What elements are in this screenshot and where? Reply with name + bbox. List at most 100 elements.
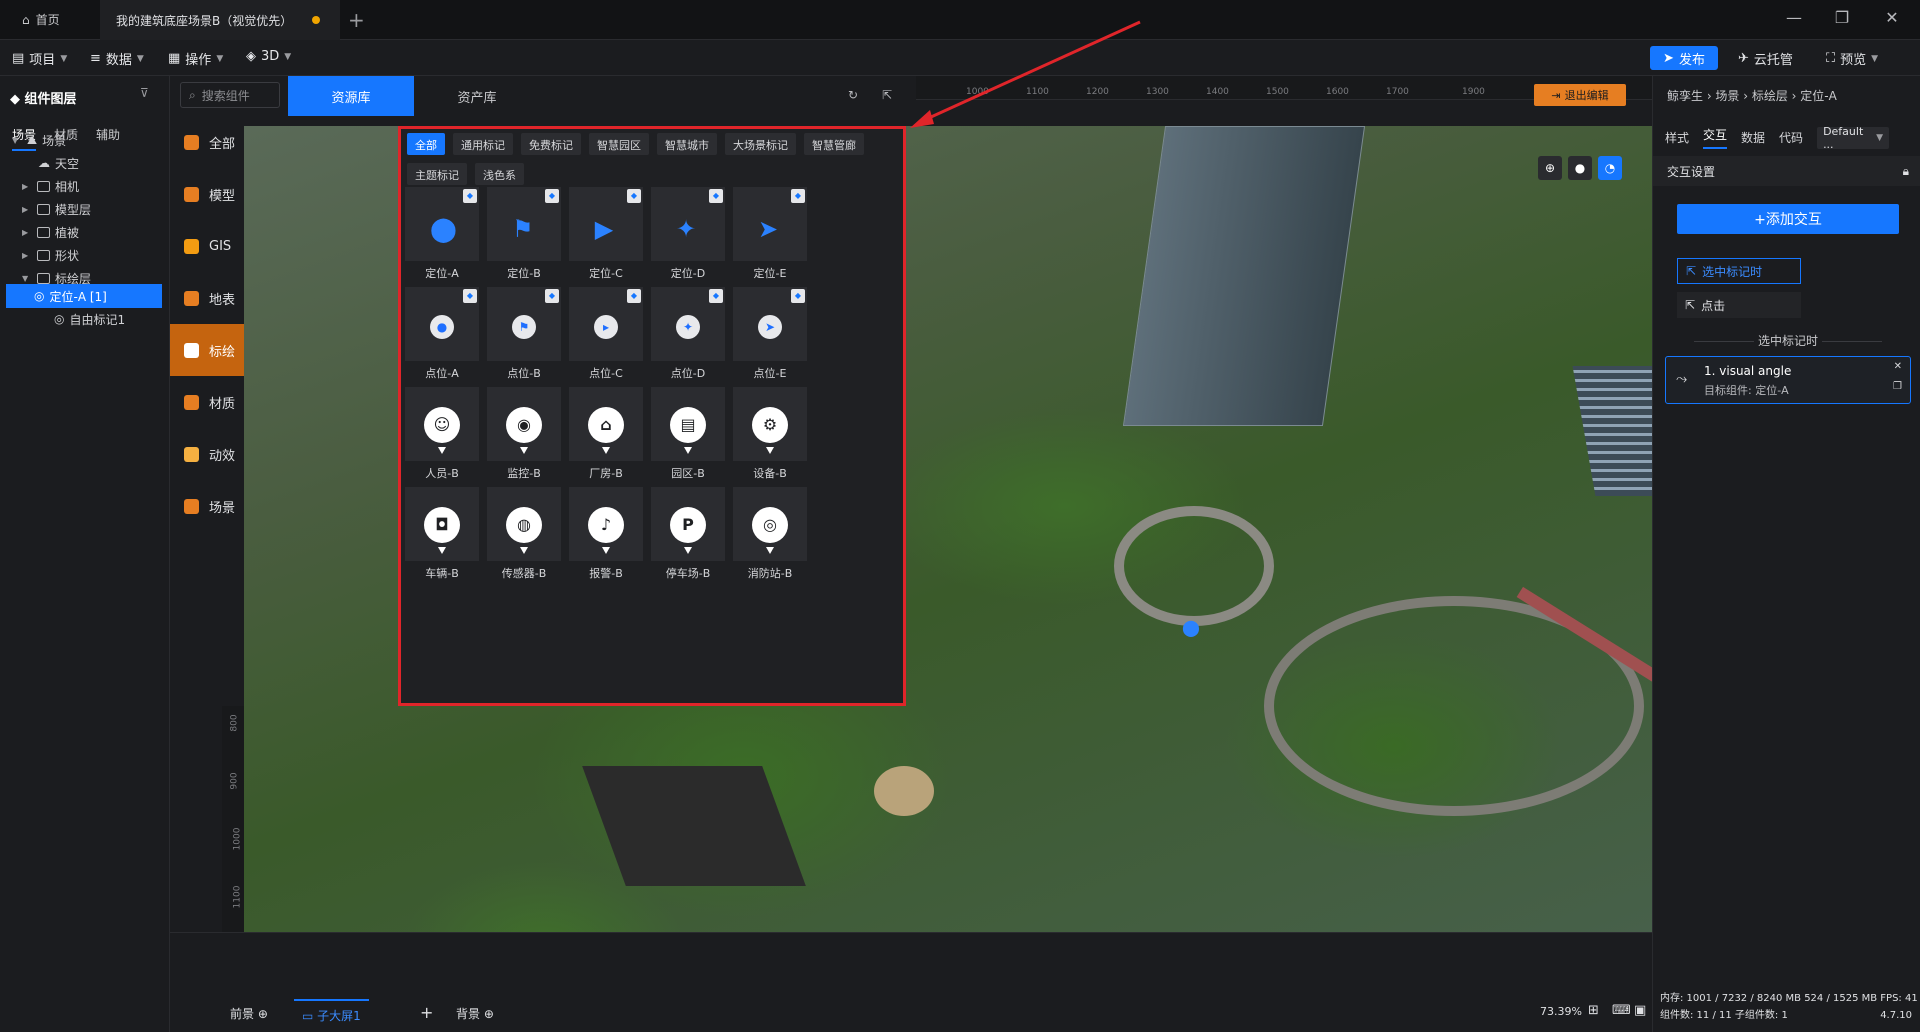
tree-item-free-marker[interactable]: ◎ 自由标记1 bbox=[54, 307, 125, 331]
flag-icon: ⚑ bbox=[512, 215, 534, 243]
tab-helper[interactable]: 辅助 bbox=[96, 126, 120, 151]
tree-item-model-layer[interactable]: ▶ 模型层 bbox=[22, 197, 91, 221]
circle-icon[interactable]: ● bbox=[1568, 156, 1592, 180]
asset-card[interactable]: P 停车场-B bbox=[651, 487, 725, 607]
category-label: 模型 bbox=[209, 188, 236, 204]
filter-chip[interactable]: 智慧园区 bbox=[589, 133, 649, 155]
filter-chip[interactable]: 智慧城市 bbox=[657, 133, 717, 155]
filter-chip[interactable]: 浅色系 bbox=[475, 163, 524, 185]
terminal-icon[interactable]: ▣ bbox=[1634, 1003, 1646, 1018]
map-marker-icon[interactable]: ⬤ bbox=[1182, 618, 1200, 637]
exit-icon: ⇥ bbox=[1551, 88, 1561, 102]
filter-icon[interactable]: ⊽ bbox=[140, 86, 149, 100]
tab-data[interactable]: 数据 bbox=[1741, 129, 1765, 146]
asset-card[interactable]: ◍ 传感器-B bbox=[487, 487, 561, 607]
lock-icon[interactable]: 🔒︎ bbox=[1903, 164, 1909, 179]
trigger-label: 点击 bbox=[1701, 298, 1726, 313]
search-input[interactable]: ⌕ 搜索组件 bbox=[180, 82, 280, 108]
trigger-on-select[interactable]: ⇱ 选中标记时 bbox=[1677, 258, 1801, 284]
ruler-tick: 900 bbox=[229, 772, 240, 790]
fit-screen-icon[interactable]: ⊞ bbox=[1588, 1003, 1599, 1018]
left-ruler: 800 900 1000 1100 bbox=[222, 706, 244, 932]
new-tab-button[interactable]: + bbox=[348, 8, 365, 32]
tree-item-scene[interactable]: ▼ ⛰ 场景 bbox=[12, 128, 66, 152]
tree-item-label: 模型层 bbox=[55, 202, 92, 217]
tab-code[interactable]: 代码 bbox=[1779, 129, 1803, 146]
tab-style[interactable]: 样式 bbox=[1665, 129, 1689, 146]
badge-icon: ◆ bbox=[545, 289, 559, 303]
scene-icon bbox=[184, 498, 199, 514]
menu-operate[interactable]: ▦ 操作 ▼ bbox=[168, 49, 223, 68]
ruler-tick: 1700 bbox=[1386, 87, 1409, 97]
trigger-click[interactable]: ⇱ 点击 bbox=[1677, 292, 1801, 318]
annotation-arrow bbox=[910, 20, 1141, 128]
asset-label: 停车场-B bbox=[665, 567, 711, 580]
close-icon[interactable]: ✕ bbox=[1880, 8, 1904, 27]
add-interaction-button[interactable]: +添加交互 bbox=[1677, 204, 1899, 234]
ruler-tick: 1900 bbox=[1462, 87, 1485, 97]
tree-item-shape[interactable]: ▶ 形状 bbox=[22, 243, 79, 267]
tree-item-camera[interactable]: ▶ 相机 bbox=[22, 174, 79, 198]
document-tab[interactable]: 我的建筑底座场景B（视觉优先） bbox=[100, 0, 340, 40]
asset-thumbnail: ➤ ◆ bbox=[733, 187, 807, 261]
asset-label: 设备-B bbox=[753, 467, 787, 480]
asset-card[interactable]: ◎ 消防站-B bbox=[733, 487, 807, 607]
preset-select[interactable]: Default ... ▼ bbox=[1817, 125, 1890, 151]
folder-icon bbox=[37, 203, 50, 215]
add-circle-icon[interactable]: ⊕ bbox=[258, 1007, 268, 1021]
add-circle-icon[interactable]: ⊕ bbox=[484, 1007, 494, 1021]
keyboard-icon[interactable]: ⌨ bbox=[1612, 1003, 1631, 1018]
tab-resource-library[interactable]: 资源库 bbox=[288, 76, 414, 116]
exit-edit-button[interactable]: ⇥ 退出编辑 bbox=[1534, 84, 1626, 106]
bell-icon: ♪ bbox=[588, 507, 624, 543]
menu-project[interactable]: ▤ 项目 ▼ bbox=[12, 49, 67, 68]
terrain-icon bbox=[184, 290, 199, 306]
tab-asset-library[interactable]: 资产库 bbox=[414, 76, 540, 116]
minimize-icon[interactable]: — bbox=[1782, 8, 1806, 27]
asset-thumbnail: ⬤ ◆ bbox=[405, 187, 479, 261]
filter-chip[interactable]: 全部 bbox=[407, 133, 445, 155]
copy-icon[interactable]: ❐ bbox=[1893, 381, 1902, 392]
menu-data[interactable]: ≡ 数据 ▼ bbox=[90, 49, 144, 68]
publish-button[interactable]: ➤ 发布 bbox=[1650, 46, 1718, 70]
filter-chip[interactable]: 免费标记 bbox=[521, 133, 581, 155]
tree-item-label: 相机 bbox=[55, 179, 80, 194]
asset-label: 定位-B bbox=[507, 267, 541, 280]
pushpin-icon: ✦ bbox=[676, 215, 697, 243]
tab-interaction[interactable]: 交互 bbox=[1703, 126, 1728, 149]
globe-icon[interactable]: ⊕ bbox=[1538, 156, 1562, 180]
category-label: 全部 bbox=[209, 136, 236, 152]
fire-station-icon: ◎ bbox=[752, 507, 788, 543]
home-tab-label: 首页 bbox=[35, 13, 60, 27]
model-icon bbox=[184, 186, 199, 202]
restore-icon[interactable]: ❐ bbox=[1830, 8, 1854, 27]
background-label: 背景 bbox=[456, 1007, 481, 1021]
filter-chip[interactable]: 主题标记 bbox=[407, 163, 467, 185]
external-link-icon[interactable]: ⇱ bbox=[882, 88, 892, 102]
flag-icon: ⚑ bbox=[512, 315, 536, 339]
menu-3d[interactable]: ◈ 3D ▼ bbox=[246, 49, 291, 64]
tree-item-vegetation[interactable]: ▶ 植被 bbox=[22, 220, 79, 244]
asset-thumbnail: ⚑ ◆ bbox=[487, 187, 561, 261]
foreground-label: 前景 bbox=[230, 1007, 255, 1021]
refresh-icon[interactable]: ↻ bbox=[848, 88, 858, 102]
filter-chip[interactable]: 智慧管廊 bbox=[804, 133, 864, 155]
asset-card[interactable]: ♪ 报警-B bbox=[569, 487, 643, 607]
background-tab[interactable]: 背景 ⊕ bbox=[456, 1005, 494, 1022]
add-screen-button[interactable]: + bbox=[420, 1003, 433, 1022]
interaction-item[interactable]: ⤳ 1. visual angle 目标组件: 定位-A ✕ ❐ bbox=[1665, 356, 1911, 404]
asset-card[interactable]: ◘ 车辆-B bbox=[405, 487, 479, 607]
cloud-host-button[interactable]: ✈ 云托管 bbox=[1738, 49, 1793, 68]
category-label: 地表 bbox=[209, 292, 236, 308]
close-icon[interactable]: ✕ bbox=[1894, 361, 1902, 372]
filter-chip[interactable]: 大场景标记 bbox=[725, 133, 796, 155]
tree-item-sky[interactable]: ☁ 天空 bbox=[38, 151, 79, 175]
foreground-tab[interactable]: 前景 ⊕ bbox=[230, 1005, 268, 1022]
tree-item-locate-a[interactable]: ◎ 定位-A [1] bbox=[6, 284, 162, 308]
badge-icon: ◆ bbox=[463, 289, 477, 303]
home-tab[interactable]: ⌂ 首页 bbox=[22, 11, 60, 28]
tab-sub-screen[interactable]: ▭ 子大屏1 bbox=[294, 999, 369, 1030]
filter-chip[interactable]: 通用标记 bbox=[453, 133, 513, 155]
compass-icon[interactable]: ◔ bbox=[1598, 156, 1622, 180]
preview-button[interactable]: ⛶ 预览 ▼ bbox=[1826, 49, 1878, 68]
